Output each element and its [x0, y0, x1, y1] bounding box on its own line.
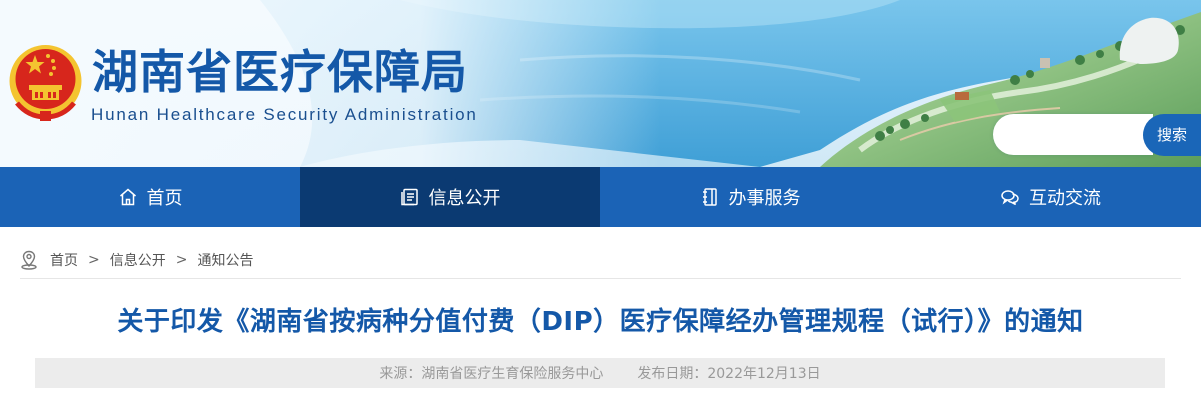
nav-item-home[interactable]: 首页: [0, 167, 300, 227]
nav-item-label: 首页: [146, 188, 183, 209]
nav-item-label: 办事服务: [728, 188, 801, 209]
search-input[interactable]: [993, 114, 1153, 155]
breadcrumb-info-disclosure-link[interactable]: 信息公开: [110, 250, 166, 270]
home-icon: [118, 187, 138, 207]
article-meta-bar: 来源：湖南省医疗生育保险服务中心 发布日期：2022年12月13日: [35, 358, 1165, 388]
article-publish-date: 发布日期：2022年12月13日: [637, 366, 821, 382]
article-title: 关于印发《湖南省按病种分值付费（DIP）医疗保障经办管理规程（试行）》的通知: [117, 307, 1084, 337]
nav-item-label: 信息公开: [428, 188, 501, 209]
nav-item-info-disclosure[interactable]: 信息公开: [300, 167, 600, 227]
national-emblem-icon: [9, 45, 82, 121]
breadcrumb-separator: >: [175, 252, 188, 268]
header-banner: 湖南省医疗保障局 Hunan Healthcare Security Admin…: [0, 0, 1201, 167]
breadcrumb-divider: [20, 278, 1181, 279]
main-nav: 首页 信息公开 办事服务 互动交流: [0, 167, 1201, 227]
breadcrumb: 首页 > 信息公开 > 通知公告: [20, 249, 253, 271]
breadcrumb-separator: >: [88, 252, 100, 268]
document-list-icon: [400, 187, 420, 207]
article-source: 来源：湖南省医疗生育保险服务中心: [379, 366, 604, 382]
breadcrumb-home-link[interactable]: 首页: [50, 250, 78, 270]
nav-item-label: 互动交流: [1029, 188, 1101, 209]
nav-item-services[interactable]: 办事服务: [600, 167, 900, 227]
site-title: 湖南省医疗保障局: [92, 45, 468, 99]
breadcrumb-notices-link[interactable]: 通知公告: [197, 250, 253, 270]
site-subtitle: Hunan Healthcare Security Administration: [91, 105, 478, 124]
location-pin-icon: [20, 250, 38, 270]
search-button[interactable]: 搜索: [1143, 114, 1201, 156]
chat-bubbles-icon: [1000, 187, 1020, 207]
nav-item-interaction[interactable]: 互动交流: [900, 167, 1201, 227]
notebook-icon: [700, 187, 720, 207]
